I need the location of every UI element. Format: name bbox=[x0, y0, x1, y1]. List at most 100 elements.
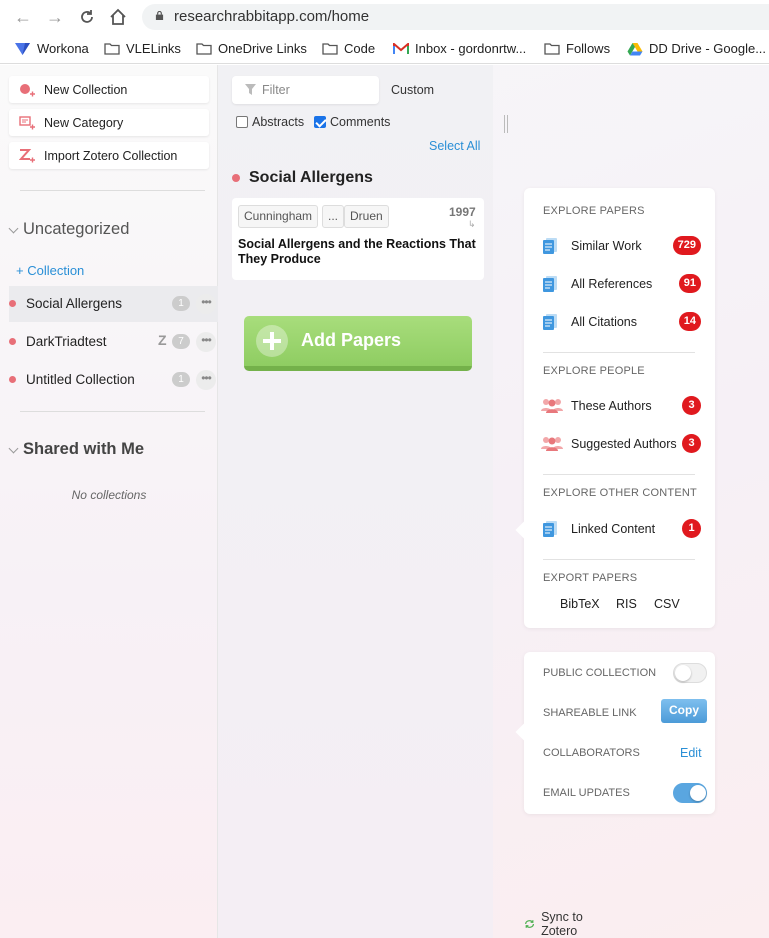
forward-arrow-icon[interactable]: → bbox=[45, 7, 65, 27]
new-collection-button[interactable]: New Collection bbox=[9, 76, 209, 103]
left-sidebar: New Collection New Category Import Zoter… bbox=[0, 65, 218, 938]
filter-placeholder: Filter bbox=[262, 83, 290, 97]
sync-zotero-button[interactable]: Sync to Zotero bbox=[524, 910, 586, 938]
more-options-icon[interactable]: ••• bbox=[196, 332, 216, 352]
sync-icon bbox=[525, 920, 535, 928]
count-badge: 3 bbox=[682, 434, 701, 453]
more-options-icon[interactable]: ••• bbox=[196, 294, 216, 314]
suggested-authors-label: Suggested Authors bbox=[571, 437, 677, 451]
export-bibtex-button[interactable]: BibTeX bbox=[560, 597, 600, 611]
workona-logo-icon bbox=[15, 42, 30, 55]
bookmark-label: Code bbox=[344, 41, 376, 56]
empty-state-text: No collections bbox=[71, 488, 147, 502]
bookmark-vlelinks[interactable]: VLELinks bbox=[104, 41, 181, 56]
public-collection-toggle[interactable] bbox=[673, 663, 707, 683]
count-badge: 91 bbox=[678, 274, 701, 293]
document-icon bbox=[543, 314, 557, 330]
collection-dot bbox=[9, 338, 16, 345]
document-icon bbox=[543, 521, 557, 537]
all-citations-label: All Citations bbox=[571, 315, 637, 329]
shared-with-me-header[interactable]: Shared with Me bbox=[8, 440, 144, 459]
all-citations-item[interactable]: All Citations 14 bbox=[541, 311, 701, 333]
chevron-down-icon bbox=[8, 443, 19, 453]
edit-collaborators-link[interactable]: Edit bbox=[680, 746, 702, 760]
collection-count-badge: 1 bbox=[172, 296, 190, 311]
all-references-item[interactable]: All References 91 bbox=[541, 273, 701, 295]
url-text[interactable]: researchrabbitapp.com/home bbox=[174, 8, 369, 25]
new-collection-label: New Collection bbox=[44, 83, 128, 97]
plus-icon bbox=[256, 325, 288, 357]
comments-checkbox[interactable]: Comments bbox=[314, 115, 390, 129]
author-chip[interactable]: Druen bbox=[344, 205, 389, 228]
explore-card: EXPLORE PAPERS Similar Work 729 All Refe… bbox=[524, 188, 715, 628]
collection-count-badge: 7 bbox=[172, 334, 190, 349]
similar-work-item[interactable]: Similar Work 729 bbox=[541, 235, 701, 257]
collaborators-label: COLLABORATORS bbox=[543, 747, 640, 759]
bookmark-inbox[interactable]: Inbox - gordonrtw... bbox=[393, 41, 526, 56]
bookmark-onedrive-links[interactable]: OneDrive Links bbox=[196, 41, 307, 56]
folder-icon bbox=[196, 43, 212, 55]
all-references-label: All References bbox=[571, 277, 653, 291]
comments-label: Comments bbox=[330, 115, 391, 129]
export-ris-button[interactable]: RIS bbox=[616, 597, 637, 611]
collection-title-text: Social Allergens bbox=[249, 169, 373, 186]
add-papers-button[interactable]: Add Papers bbox=[244, 316, 472, 371]
abstracts-label: Abstracts bbox=[252, 115, 305, 129]
collection-item[interactable]: Untitled Collection 1 ••• bbox=[9, 362, 218, 398]
bookmark-workona[interactable]: Workona bbox=[14, 41, 89, 56]
lock-icon bbox=[155, 11, 164, 20]
similar-work-label: Similar Work bbox=[571, 239, 642, 253]
checkbox-box[interactable] bbox=[236, 116, 248, 128]
shareable-link-label: SHAREABLE LINK bbox=[543, 707, 637, 719]
zotero-icon bbox=[19, 149, 35, 163]
people-icon bbox=[541, 437, 563, 451]
document-icon bbox=[543, 238, 557, 254]
collection-dot bbox=[9, 300, 16, 307]
add-collection-link[interactable]: + Collection bbox=[16, 263, 84, 278]
linked-content-item[interactable]: Linked Content 1 bbox=[541, 518, 701, 540]
collection-panel: Filter Custom Abstracts Comments Select … bbox=[218, 65, 707, 938]
paper-card[interactable]: Cunningham ... Druen 1997 ↳ Social Aller… bbox=[232, 198, 484, 280]
resize-handle-icon[interactable] bbox=[504, 115, 508, 133]
collection-item[interactable]: DarkTriadtest Z 7 ••• bbox=[9, 324, 218, 360]
bookmark-label: Follows bbox=[566, 41, 611, 56]
author-chip[interactable]: Cunningham bbox=[238, 205, 319, 228]
sync-label: Sync to Zotero bbox=[541, 910, 583, 938]
more-options-icon[interactable]: ••• bbox=[196, 370, 216, 390]
checkbox-box[interactable] bbox=[314, 116, 326, 128]
sort-dropdown[interactable]: Custom bbox=[391, 83, 434, 97]
divider bbox=[543, 474, 695, 475]
public-collection-label: PUBLIC COLLECTION bbox=[543, 667, 657, 679]
email-updates-toggle[interactable] bbox=[673, 783, 707, 803]
bookmark-follows[interactable]: Follows bbox=[544, 41, 610, 56]
home-icon[interactable] bbox=[108, 7, 128, 27]
add-papers-label: Add Papers bbox=[301, 330, 402, 350]
explore-other-header: EXPLORE OTHER CONTENT bbox=[543, 487, 697, 499]
suggested-authors-item[interactable]: Suggested Authors 3 bbox=[541, 433, 701, 455]
these-authors-item[interactable]: These Authors 3 bbox=[541, 395, 701, 417]
import-zotero-button[interactable]: Import Zotero Collection bbox=[9, 142, 209, 169]
abstracts-checkbox[interactable]: Abstracts bbox=[236, 115, 304, 129]
new-category-button[interactable]: New Category bbox=[9, 109, 209, 136]
collection-settings-card: PUBLIC COLLECTION SHAREABLE LINK Copy CO… bbox=[524, 652, 715, 814]
google-drive-icon bbox=[627, 42, 643, 55]
back-arrow-icon[interactable]: ← bbox=[13, 7, 33, 27]
bookmark-code[interactable]: Code bbox=[322, 41, 375, 56]
uncategorized-header[interactable]: Uncategorized bbox=[8, 220, 129, 239]
export-csv-button[interactable]: CSV bbox=[654, 597, 680, 611]
collection-item[interactable]: Social Allergens 1 ••• bbox=[9, 286, 218, 322]
email-updates-label: EMAIL UPDATES bbox=[543, 787, 630, 799]
divider bbox=[20, 190, 205, 191]
author-chip[interactable]: ... bbox=[322, 205, 345, 228]
bookmark-label: OneDrive Links bbox=[218, 41, 307, 56]
count-badge: 729 bbox=[672, 236, 701, 255]
folder-icon bbox=[322, 43, 338, 55]
import-zotero-label: Import Zotero Collection bbox=[44, 149, 178, 163]
bookmark-dd-drive[interactable]: DD Drive - Google... bbox=[627, 41, 766, 56]
people-icon bbox=[541, 399, 563, 413]
bookmark-label: Inbox - gordonrtw... bbox=[415, 41, 527, 56]
select-all-link[interactable]: Select All bbox=[429, 139, 480, 153]
filter-input[interactable]: Filter bbox=[232, 76, 379, 104]
copy-link-button[interactable]: Copy bbox=[661, 699, 707, 723]
reload-icon[interactable] bbox=[77, 7, 97, 27]
